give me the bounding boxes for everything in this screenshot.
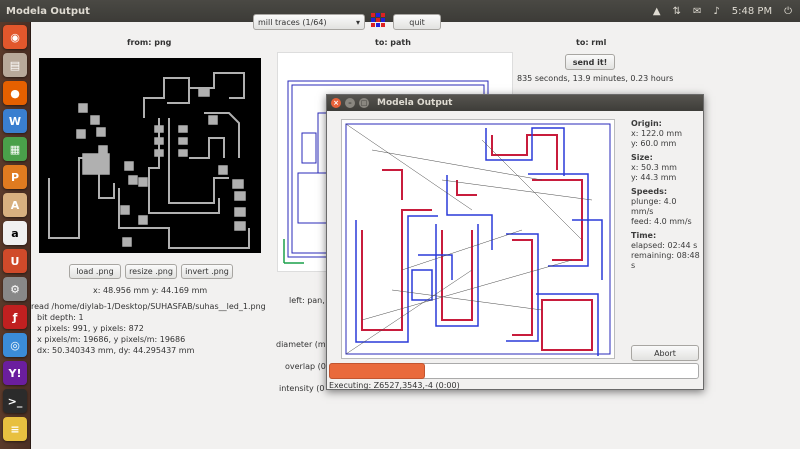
size-y: y: 44.3 mm — [631, 173, 677, 182]
remaining-time: remaining: 08:48 s — [631, 251, 700, 270]
modela-output-dialog: × – □ Modela Output Origin: x: 122.0 mm … — [326, 94, 704, 390]
chevron-down-icon: ▾ — [355, 17, 360, 27]
execution-status: Executing: Z6527,3543,-4 (0:00) — [329, 381, 460, 390]
speeds-heading: Speeds: — [631, 187, 668, 196]
feed-speed: feed: 4.0 mm/s — [631, 217, 692, 226]
bit-depth: bit depth: 1 — [37, 313, 84, 322]
origin-y: y: 60.0 mm — [631, 139, 677, 148]
size-heading: Size: — [631, 153, 653, 162]
toolpath-canvas — [341, 119, 615, 359]
amazon-icon[interactable]: a — [3, 221, 27, 245]
job-time-estimate: 835 seconds, 13.9 minutes, 0.23 hours — [517, 74, 674, 83]
load-png-button[interactable]: load .png — [69, 264, 121, 279]
terminal-icon[interactable]: >_ — [3, 389, 27, 413]
launcher: ◉ ▤ ● W ▦ P A a U ⚙ ƒ ◎ Y! >_ ≡ — [0, 22, 31, 449]
invert-png-button[interactable]: invert .png — [181, 264, 233, 279]
left-pan-hint: left: pan, — [289, 296, 325, 305]
ubuntu-home-icon[interactable]: ◉ — [3, 25, 27, 49]
intensity-label: intensity (0 — [279, 384, 325, 393]
resize-png-button[interactable]: resize .png — [125, 264, 177, 279]
yahoo-icon[interactable]: Y! — [3, 361, 27, 385]
volume-icon[interactable]: ♪ — [713, 6, 719, 17]
abort-button[interactable]: Abort — [631, 345, 699, 361]
firefox-icon[interactable]: ● — [3, 81, 27, 105]
layers-icon[interactable]: ≡ — [3, 417, 27, 441]
writer-icon[interactable]: W — [3, 109, 27, 133]
flash-icon[interactable]: ƒ — [3, 305, 27, 329]
progress-bar — [329, 363, 425, 379]
origin-x: x: 122.0 mm — [631, 129, 683, 138]
size-x: x: 50.3 mm — [631, 163, 677, 172]
png-preview — [39, 58, 261, 253]
minimize-icon[interactable]: – — [345, 98, 355, 108]
close-icon[interactable]: × — [331, 98, 341, 108]
file-read-path: read /home/diylab-1/Desktop/SUHASFAB/suh… — [31, 302, 266, 311]
quit-button[interactable]: quit — [393, 14, 441, 30]
clock[interactable]: 5:48 PM — [732, 6, 772, 17]
elapsed-time: elapsed: 02:44 s — [631, 241, 698, 250]
overlap-label: overlap (0 — [285, 362, 326, 371]
diameter-label: diameter (m — [276, 340, 326, 349]
time-heading: Time: — [631, 231, 657, 240]
cursor-coords: x: 48.956 mm y: 44.169 mm — [93, 286, 208, 295]
network-icon[interactable]: ⇅ — [673, 6, 681, 17]
pcb-traces-image — [48, 72, 250, 249]
maximize-icon[interactable]: □ — [359, 98, 369, 108]
send-it-button[interactable]: send it! — [565, 54, 615, 70]
system-tray: ▲ ⇅ ✉ ♪ 5:48 PM ⏻ — [653, 0, 792, 22]
from-png-header: from: png — [127, 38, 172, 47]
settings-icon[interactable]: ⚙ — [3, 277, 27, 301]
mail-icon[interactable]: ✉ — [693, 6, 701, 17]
pixels-per-meter: x pixels/m: 19686, y pixels/m: 19686 — [37, 335, 186, 344]
plunge-speed: plunge: 4.0 mm/s — [631, 197, 677, 216]
to-rml-header: to: rml — [576, 38, 607, 47]
ubuntu-one-icon[interactable]: U — [3, 249, 27, 273]
to-path-header: to: path — [375, 38, 411, 47]
calc-icon[interactable]: ▦ — [3, 137, 27, 161]
files-icon[interactable]: ▤ — [3, 53, 27, 77]
dialog-titlebar: × – □ Modela Output — [327, 95, 703, 111]
dimensions: dx: 50.340343 mm, dy: 44.295437 mm — [37, 346, 195, 355]
window-title: Modela Output — [6, 5, 90, 17]
pixel-count: x pixels: 991, y pixels: 872 — [37, 324, 144, 333]
impress-icon[interactable]: P — [3, 165, 27, 189]
dropbox-icon[interactable]: ▲ — [653, 6, 661, 17]
origin-heading: Origin: — [631, 119, 662, 128]
job-info-panel: Origin: x: 122.0 mm y: 60.0 mm Size: x: … — [631, 115, 701, 271]
process-select[interactable]: mill traces (1/64) ▾ — [253, 14, 365, 30]
chromium-icon[interactable]: ◎ — [3, 333, 27, 357]
grid-icon[interactable] — [371, 13, 385, 27]
dialog-title: Modela Output — [377, 98, 453, 108]
process-select-value: mill traces (1/64) — [258, 17, 327, 27]
power-icon[interactable]: ⏻ — [784, 6, 792, 17]
toolpath-image — [345, 123, 611, 356]
software-center-icon[interactable]: A — [3, 193, 27, 217]
